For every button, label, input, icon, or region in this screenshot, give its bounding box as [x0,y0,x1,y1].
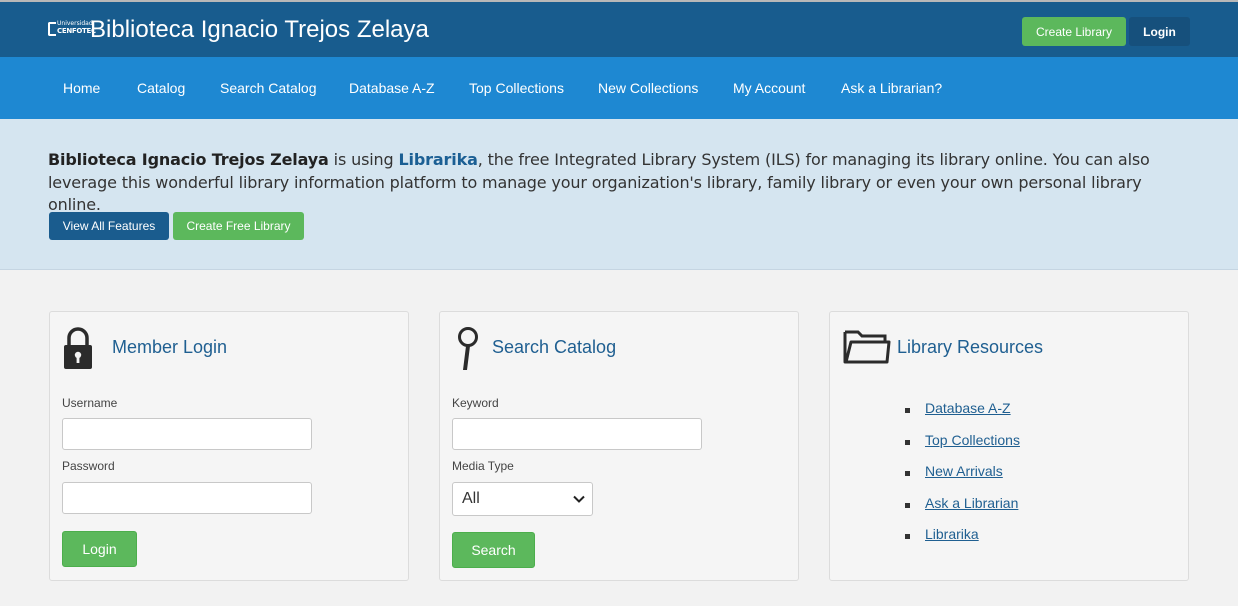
username-label: Username [62,396,118,410]
password-label: Password [62,459,115,473]
member-login-title: Member Login [112,337,228,357]
resource-link-new-arrivals[interactable]: New Arrivals [925,463,1003,479]
header-login-button[interactable]: Login [1129,17,1190,46]
site-title[interactable]: Biblioteca Ignacio Trejos Zelaya [90,16,429,44]
media-type-label: Media Type [452,459,514,473]
view-all-features-button[interactable]: View All Features [49,212,169,240]
padlock-icon [64,327,92,369]
keyword-label: Keyword [452,396,499,410]
username-input[interactable] [62,418,312,450]
list-item: Ask a Librarian [905,495,1020,527]
nav-item-new-collections[interactable]: New Collections [598,80,698,96]
password-input[interactable] [62,482,312,514]
promo-banner: Biblioteca Ignacio Trejos Zelaya is usin… [0,119,1238,270]
magnifier-icon [458,327,478,370]
member-login-button[interactable]: Login [62,531,137,567]
keyword-input[interactable] [452,418,702,450]
folder-icon [843,330,891,364]
list-item: Database A-Z [905,400,1020,432]
list-item: Top Collections [905,432,1020,464]
create-free-library-button[interactable]: Create Free Library [173,212,304,240]
create-library-button[interactable]: Create Library [1022,17,1126,46]
promo-text: Biblioteca Ignacio Trejos Zelaya is usin… [48,150,1150,214]
search-catalog-panel: Search Catalog Keyword Media Type All Se… [439,311,799,581]
librarika-link[interactable]: Librarika [398,150,477,169]
list-item: Librarika [905,526,1020,558]
brand[interactable]: Universidad CENFOTEC Biblioteca Ignacio … [48,16,429,44]
promo-library-name: Biblioteca Ignacio Trejos Zelaya [48,150,329,169]
resource-link-librarika[interactable]: Librarika [925,526,979,542]
nav-item-home[interactable]: Home [63,80,100,96]
library-resources-title: Library Resources [897,337,1044,357]
nav-item-search-catalog[interactable]: Search Catalog [220,80,317,96]
library-resources-panel: Library Resources Database A-Z Top Colle… [829,311,1189,581]
media-type-value: All [462,490,480,507]
chevron-down-icon [573,495,585,503]
top-header: Universidad CENFOTEC Biblioteca Ignacio … [0,0,1238,57]
nav-item-ask-a-librarian[interactable]: Ask a Librarian? [841,80,942,96]
university-logo-icon: Universidad CENFOTEC [48,19,96,41]
nav-item-top-collections[interactable]: Top Collections [469,80,564,96]
resource-list: Database A-Z Top Collections New Arrival… [905,400,1020,558]
search-button[interactable]: Search [452,532,535,568]
nav-item-catalog[interactable]: Catalog [137,80,185,96]
list-item: New Arrivals [905,463,1020,495]
resource-link-top-collections[interactable]: Top Collections [925,432,1020,448]
nav-item-database-a-z[interactable]: Database A-Z [349,80,435,96]
resource-link-database-a-z[interactable]: Database A-Z [925,400,1011,416]
nav-item-my-account[interactable]: My Account [733,80,805,96]
media-type-select[interactable]: All [452,482,593,516]
resource-link-ask-a-librarian[interactable]: Ask a Librarian [925,495,1018,511]
search-catalog-title: Search Catalog [492,337,617,357]
member-login-panel: Member Login Username Password Login [49,311,409,581]
main-nav: Home Catalog Search Catalog Database A-Z… [0,57,1238,119]
